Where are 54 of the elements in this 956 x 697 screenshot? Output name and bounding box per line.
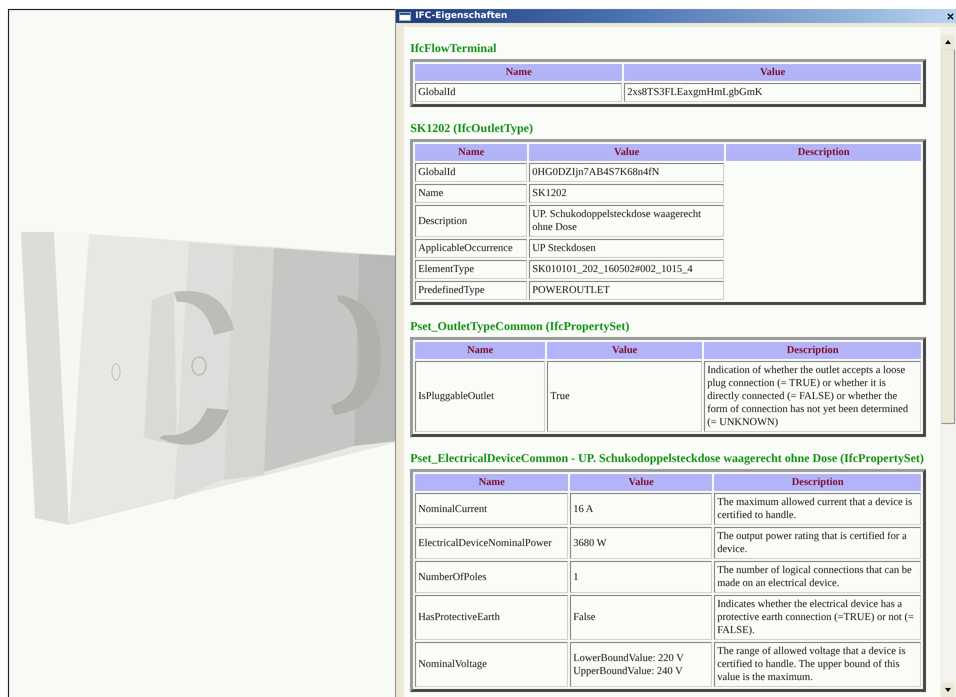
scroll-up-icon[interactable] (941, 35, 955, 49)
table-cell: UP. Schukodoppelsteckdose waagerecht ohne Dose (529, 205, 724, 237)
table-cell: 2xs8TS3FLEaxgmHmLgbGmK (624, 83, 922, 102)
window-icon (399, 12, 412, 20)
scrollbar[interactable] (940, 27, 956, 697)
table-cell: SK010101_202_160502#002_1015_4 (529, 260, 724, 279)
column-header: Description (714, 474, 922, 491)
scroll-down-icon[interactable] (941, 683, 955, 697)
table-cell: ElementType (415, 260, 528, 279)
table-cell: SK1202 (529, 184, 724, 203)
table-cell: 3680 W (570, 527, 712, 559)
table-cell: ElectricalDeviceNominalPower (415, 527, 568, 559)
table-cell: 0HG0DZIjn7AB4S7K68n4fN (529, 163, 724, 182)
table-cell: The maximum allowed current that a device is certified to handle. (714, 493, 922, 525)
column-header: Description (704, 342, 922, 359)
section-heading: IfcFlowTerminal (410, 41, 498, 56)
table-cell: NominalCurrent (415, 493, 568, 525)
close-icon[interactable] (947, 12, 954, 20)
column-header: Value (624, 64, 922, 81)
table-cell: HasProtectiveEarth (415, 595, 568, 640)
section-heading: Pset_ElectricalDeviceCommon - UP. Schukodoppelsteckdose waagerecht ohne Dose (IfcPropertySet) (410, 451, 925, 466)
table-cell: False (570, 595, 712, 640)
table-cell: The output power rating that is certified for a device. (714, 527, 922, 559)
window-title: IFC-Eigenschaften (415, 11, 508, 21)
table-cell: The number of logical connections that can be made on an electrical device. (714, 561, 922, 593)
table-cell: LowerBoundValue: 220 V UpperBoundValue: 240 V (570, 642, 712, 687)
table-cell: IsPluggableOutlet (415, 361, 546, 432)
table-cell: Name (415, 184, 528, 203)
section-heading: SK1202 (IfcOutletType) (410, 121, 534, 136)
column-header: Name (415, 342, 546, 359)
table-cell: POWEROUTLET (529, 281, 724, 300)
table-cell: The range of allowed voltage that a device is certified to handle. The upper bound of this value is the maximum. (714, 642, 922, 687)
table-cell: GlobalId (415, 83, 622, 102)
scroll-thumb[interactable] (941, 49, 955, 424)
table-cell: ApplicableOccurrence (415, 239, 528, 258)
table-cell: UP Steckdosen (529, 239, 724, 258)
table-cell: 16 A (570, 493, 712, 525)
column-header: Name (415, 474, 568, 491)
column-header: Description (726, 144, 922, 161)
column-header: Value (547, 342, 702, 359)
table-cell: Indication of whether the outlet accepts a loose plug connection (= TRUE) or whether it is directly connected (= FALSE) or whether the form of connection has not yet been determined (= UNKNOWN) (704, 361, 922, 432)
table-cell: Indicates whether the electrical device has a protective earth connection (=TRUE) or not (= FALSE). (714, 595, 922, 640)
table-cell: GlobalId (415, 163, 528, 182)
section-heading: Pset_OutletTypeCommon (IfcPropertySet) (410, 319, 630, 334)
table-cell: NominalVoltage (415, 642, 568, 687)
table-cell: PredefinedType (415, 281, 528, 300)
column-header: Name (415, 144, 528, 161)
column-header: Value (529, 144, 724, 161)
column-header: Value (570, 474, 712, 491)
table-cell: 1 (570, 561, 712, 593)
column-header: Name (415, 64, 622, 81)
table-cell: Description (415, 205, 528, 237)
table-cell: True (547, 361, 702, 432)
table-cell: NumberOfPoles (415, 561, 568, 593)
